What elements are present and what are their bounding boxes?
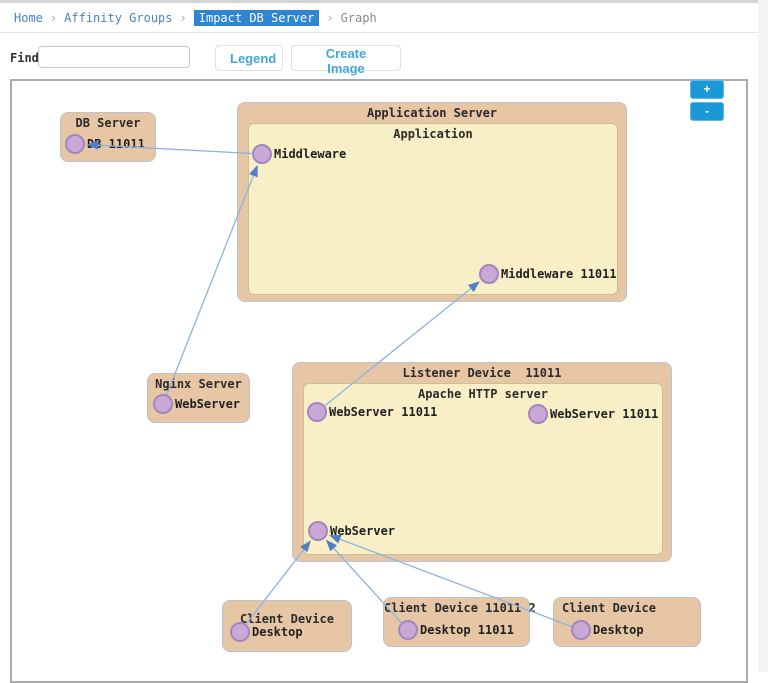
node-db-11011[interactable] [65, 134, 85, 154]
breadcrumb-item-0[interactable]: Home [14, 11, 43, 25]
breadcrumb-separator: › [179, 10, 187, 25]
zoom-in-button[interactable]: + [690, 80, 724, 99]
node-label-desktop-3: Desktop [593, 623, 644, 637]
scrollbar-gutter[interactable] [758, 0, 768, 672]
node-nginx-webserver[interactable] [153, 394, 173, 414]
node-label-desktop-2: Desktop 11011 [420, 623, 514, 637]
group-title-listener-device: Listener Device 11011 [402, 366, 562, 380]
node-label-webserver: WebServer [330, 524, 396, 538]
breadcrumb-separator: › [326, 10, 334, 25]
node-desktop-1[interactable] [230, 622, 250, 642]
inner-group-title-listener-device: Apache HTTP server [417, 387, 549, 401]
node-label-middleware-11011: Middleware 11011 [501, 267, 617, 281]
node-webserver-11011-left[interactable] [307, 402, 327, 422]
node-middleware[interactable] [252, 144, 272, 164]
group-title-application-server: Application Server [366, 106, 498, 120]
node-label-webserver-11011-right: WebServer 11011 [550, 407, 659, 421]
breadcrumb: Home › Affinity Groups › Impact DB Server › Gr… [0, 3, 758, 33]
group-title-db-server: DB Server [75, 116, 141, 130]
node-webserver-11011-right[interactable] [528, 404, 548, 424]
find-input[interactable] [38, 46, 190, 68]
node-desktop-3[interactable] [571, 620, 591, 640]
graph-canvas[interactable]: + - DB Server DB 11011 Application Server A… [12, 80, 746, 681]
create-image-button[interactable]: Create Image [291, 45, 401, 76]
group-title-nginx-server: Nginx Server [155, 377, 242, 391]
inner-group-title-application-server: Application [393, 127, 473, 141]
group-title-client-device-3: Client Device [562, 601, 656, 615]
node-middleware-11011[interactable] [479, 264, 499, 284]
node-label-db-11011: DB 11011 [87, 137, 145, 151]
group-title-client-device-2: Client Device 11011 2 [384, 601, 536, 615]
breadcrumb-item-3: Graph [340, 10, 377, 25]
node-desktop-2[interactable] [398, 620, 418, 640]
breadcrumb-item-1[interactable]: Affinity Groups [64, 11, 172, 25]
zoom-controls: + - [690, 80, 724, 121]
graph-viewport[interactable]: + - DB Server DB 11011 Application Server A… [10, 79, 748, 683]
node-label-nginx-webserver: WebServer [175, 397, 241, 411]
node-label-desktop-1: Desktop [252, 625, 303, 639]
zoom-out-button[interactable]: - [690, 102, 724, 121]
breadcrumb-item-2[interactable]: Impact DB Server [193, 9, 320, 26]
find-label: Find [10, 51, 39, 65]
node-label-webserver-11011-left: WebServer 11011 [329, 405, 438, 419]
breadcrumb-separator: › [49, 10, 58, 25]
node-webserver[interactable] [308, 521, 328, 541]
node-label-middleware: Middleware [274, 147, 347, 161]
legend-button[interactable]: Legend [215, 45, 283, 71]
